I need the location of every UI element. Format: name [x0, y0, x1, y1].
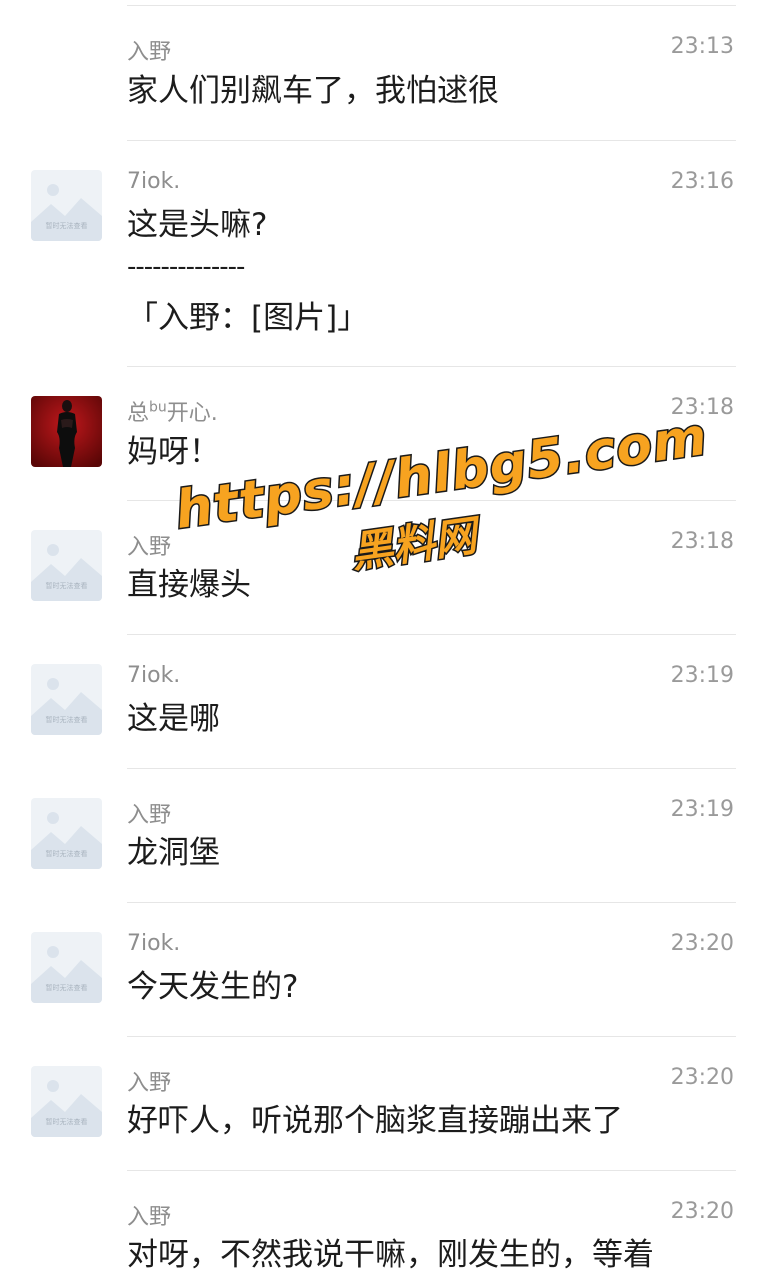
sender-name: 入野 — [127, 803, 172, 828]
message-text: 对呀，不然我说干嘛，刚发生的，等着 — [127, 1237, 654, 1273]
message-time: 23:20 — [670, 1199, 734, 1224]
message-text: 这是哪 — [127, 701, 220, 737]
message-item[interactable]: 暂时无法查看 入野 23:18 直接爆头 — [0, 500, 767, 634]
message-text: 今天发生的? — [127, 969, 299, 1005]
placeholder-image-icon[interactable]: 暂时无法查看 — [31, 530, 102, 601]
placeholder-image-icon[interactable]: 暂时无法查看 — [31, 664, 102, 735]
quoted-message[interactable]: 「入野：[图片]」 — [127, 295, 368, 341]
sender-name: 7iok. — [127, 931, 181, 956]
message-time: 23:19 — [670, 663, 734, 688]
placeholder-image-icon[interactable]: 暂时无法查看 — [31, 932, 102, 1003]
message-text: 龙洞堡 — [127, 835, 220, 871]
message-time: 23:16 — [670, 169, 734, 194]
message-time: 23:13 — [670, 34, 734, 59]
message-item[interactable]: 暂时无法查看 入野 23:20 好吓人，听说那个脑浆直接蹦出来了 — [0, 1036, 767, 1170]
placeholder-caption: 暂时无法查看 — [46, 221, 88, 230]
message-item[interactable]: 入野 23:13 家人们别飙车了，我怕逑很 — [0, 0, 767, 140]
message-time: 23:18 — [670, 529, 734, 554]
quote-separator: -------------- — [127, 252, 245, 282]
message-item[interactable]: 入野 23:20 对呀，不然我说干嘛，刚发生的，等着 — [0, 1170, 767, 1280]
message-text: 妈呀！ — [127, 434, 220, 470]
chat-history-list: 入野 23:13 家人们别飙车了，我怕逑很 暂时无法查看 7iok. 23:16… — [0, 0, 767, 1280]
placeholder-caption: 暂时无法查看 — [46, 715, 88, 724]
message-item[interactable]: 暂时无法查看 7iok. 23:19 这是哪 — [0, 634, 767, 768]
message-item[interactable]: 暂时无法查看 7iok. 23:16 这是头嘛? -------------- … — [0, 140, 767, 366]
sender-name: 7iok. — [127, 169, 181, 194]
sender-name: 入野 — [127, 40, 172, 65]
message-time: 23:19 — [670, 797, 734, 822]
message-text: 好吓人，听说那个脑浆直接蹦出来了 — [127, 1103, 623, 1139]
sender-name: 入野 — [127, 1071, 172, 1096]
message-time: 23:20 — [670, 1065, 734, 1090]
message-text: 家人们别飙车了，我怕逑很 — [127, 73, 499, 109]
message-text: 这是头嘛? — [127, 207, 268, 243]
message-time: 23:20 — [670, 931, 734, 956]
placeholder-image-icon[interactable]: 暂时无法查看 — [31, 798, 102, 869]
sender-name: 总bu开心. — [127, 399, 218, 426]
sender-name: 入野 — [127, 535, 172, 560]
message-text: 直接爆头 — [127, 567, 251, 603]
message-item[interactable]: 暂时无法查看 7iok. 23:20 今天发生的? — [0, 902, 767, 1036]
avatar[interactable] — [31, 396, 102, 467]
placeholder-caption: 暂时无法查看 — [46, 983, 88, 992]
placeholder-caption: 暂时无法查看 — [46, 1117, 88, 1126]
message-item[interactable]: 暂时无法查看 入野 23:19 龙洞堡 — [0, 768, 767, 902]
placeholder-caption: 暂时无法查看 — [46, 581, 88, 590]
message-time: 23:18 — [670, 395, 734, 420]
placeholder-image-icon[interactable]: 暂时无法查看 — [31, 170, 102, 241]
message-item[interactable]: 总bu开心. 23:18 妈呀！ — [0, 366, 767, 500]
sender-name: 入野 — [127, 1205, 172, 1230]
placeholder-image-icon[interactable]: 暂时无法查看 — [31, 1066, 102, 1137]
sender-name: 7iok. — [127, 663, 181, 688]
placeholder-caption: 暂时无法查看 — [46, 849, 88, 858]
